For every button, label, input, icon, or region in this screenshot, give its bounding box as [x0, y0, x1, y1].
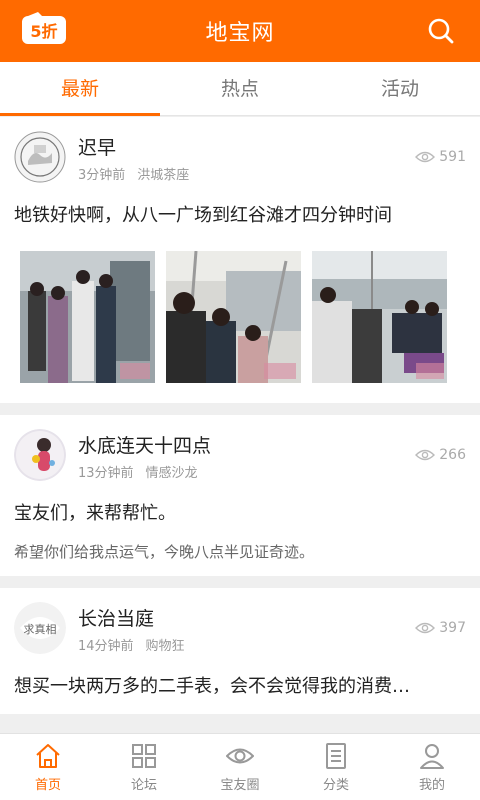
post-time: 13分钟前: [78, 466, 134, 481]
nav-forum[interactable]: 论坛: [96, 734, 192, 800]
feed-tabs: 最新 热点 活动: [0, 62, 480, 116]
post-card[interactable]: 水底连天十四点 13分钟前 情感沙龙 266 宝友们，来帮帮忙。 希望你们给我点运…: [0, 415, 480, 576]
nav-category-label: 分类: [322, 777, 349, 793]
post-excerpt: 希望你们给我点运气，今晚八点半见证奇迹。: [14, 543, 315, 561]
list-icon: [326, 742, 346, 769]
view-count: 266: [415, 447, 466, 463]
avatar[interactable]: [14, 131, 66, 183]
avatar[interactable]: 求真相: [14, 602, 66, 654]
avatar[interactable]: [14, 429, 66, 481]
post-header: 求真相 长治当庭 14分钟前 购物狂 397: [14, 588, 466, 668]
view-count-value: 266: [439, 447, 466, 463]
post-card[interactable]: 求真相 长治当庭 14分钟前 购物狂 397 想买一块两万多的二手表，会不会觉得我…: [0, 588, 480, 714]
post-title[interactable]: 宝友们，来帮帮忙。: [14, 495, 466, 541]
post-time: 14分钟前: [78, 639, 134, 654]
post-meta: 14分钟前 购物狂: [78, 635, 185, 654]
author-name[interactable]: 水底连天十四点: [78, 431, 211, 458]
nav-mine[interactable]: 我的: [384, 734, 480, 800]
post-title[interactable]: 地铁好快啊，从八一广场到红谷滩才四分钟时间: [14, 197, 466, 243]
logo-icon[interactable]: 5折: [20, 12, 70, 48]
post-header: 水底连天十四点 13分钟前 情感沙龙 266: [14, 415, 466, 495]
top-bar: 5折 地宝网: [0, 0, 480, 62]
eye-icon: [415, 622, 436, 634]
eye-icon: [415, 151, 436, 163]
avatar-text: 求真相: [24, 622, 57, 636]
forum-name[interactable]: 情感沙龙: [146, 466, 198, 481]
logo-text: 5折: [30, 22, 57, 41]
post-card[interactable]: 迟早 3分钟前 洪城茶座 591 地铁好快啊，从八一广场到红谷滩才四分钟时间: [0, 117, 480, 403]
user-icon: [420, 743, 444, 769]
nav-circle-label: 宝友圈: [220, 777, 260, 793]
tab-hot[interactable]: 热点: [160, 62, 320, 115]
nav-mine-label: 我的: [418, 777, 445, 793]
bottom-nav: 首页 论坛 宝友圈 分类 我的: [0, 733, 480, 800]
eye-icon: [226, 748, 254, 763]
app-screen: 5折 地宝网 最新 热点 活动 迟早 3分钟前 洪城茶座 591 地铁好快啊，从…: [0, 0, 480, 800]
post-meta: 13分钟前 情感沙龙: [78, 462, 198, 481]
view-count-value: 397: [439, 620, 466, 636]
nav-circle[interactable]: 宝友圈: [192, 734, 288, 800]
home-icon: [36, 743, 60, 768]
view-count: 397: [415, 620, 466, 636]
nav-forum-label: 论坛: [130, 777, 157, 793]
tab-events[interactable]: 活动: [320, 62, 480, 115]
post-image[interactable]: [20, 251, 155, 383]
post-images: [14, 243, 466, 403]
post-meta: 3分钟前 洪城茶座: [78, 164, 189, 183]
author-name[interactable]: 迟早: [78, 133, 116, 160]
forum-name[interactable]: 洪城茶座: [137, 168, 189, 183]
nav-home[interactable]: 首页: [0, 734, 96, 800]
post-image[interactable]: [312, 251, 447, 383]
nav-category[interactable]: 分类: [288, 734, 384, 800]
grid-icon: [132, 743, 156, 768]
search-button[interactable]: [424, 14, 458, 48]
nav-home-label: 首页: [34, 777, 61, 793]
author-name[interactable]: 长治当庭: [78, 604, 154, 631]
view-count-value: 591: [439, 149, 466, 165]
post-image[interactable]: [166, 251, 301, 383]
post-time: 3分钟前: [78, 168, 126, 183]
forum-name[interactable]: 购物狂: [146, 639, 185, 654]
search-icon: [428, 18, 454, 44]
tab-latest[interactable]: 最新: [0, 62, 160, 116]
post-feed[interactable]: 迟早 3分钟前 洪城茶座 591 地铁好快啊，从八一广场到红谷滩才四分钟时间 水…: [0, 117, 480, 733]
post-title[interactable]: 想买一块两万多的二手表，会不会觉得我的消费…: [14, 668, 466, 714]
page-title: 地宝网: [205, 21, 275, 46]
view-count: 591: [415, 149, 466, 165]
eye-icon: [415, 449, 436, 461]
post-header: 迟早 3分钟前 洪城茶座 591: [14, 117, 466, 197]
